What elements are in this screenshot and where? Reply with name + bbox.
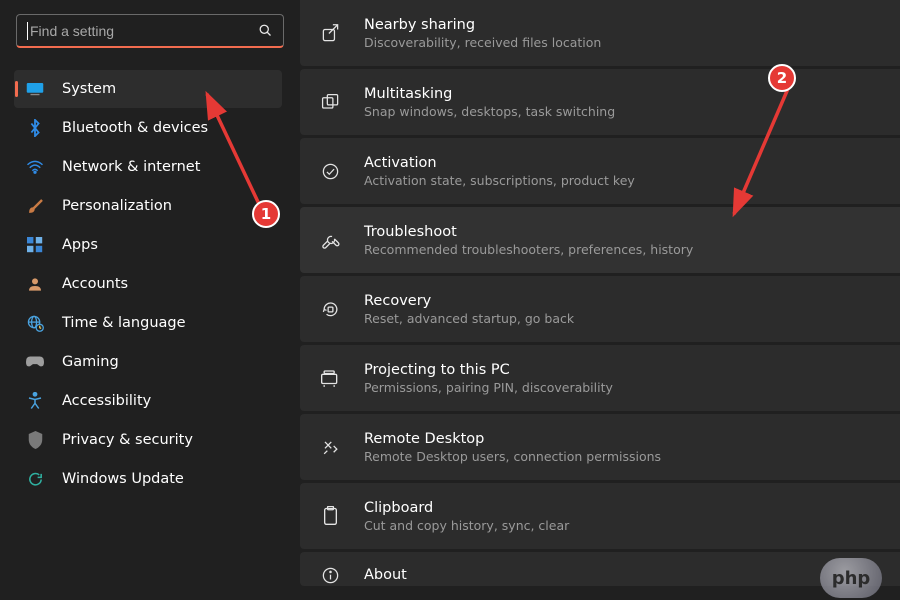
main-panel: Nearby sharing Discoverability, received … [300, 0, 900, 600]
setting-title: Recovery [364, 293, 574, 309]
check-circle-icon [320, 161, 340, 181]
setting-multitasking[interactable]: Multitasking Snap windows, desktops, task… [300, 69, 900, 135]
sidebar: System Bluetooth & devices Network & inter… [0, 0, 300, 600]
share-icon [320, 23, 340, 43]
sidebar-item-privacy-security[interactable]: Privacy & security [14, 421, 282, 459]
setting-nearby-sharing[interactable]: Nearby sharing Discoverability, received … [300, 0, 900, 66]
settings-window: System Bluetooth & devices Network & inter… [0, 0, 900, 600]
clipboard-icon [320, 506, 340, 526]
setting-title: Activation [364, 155, 635, 171]
sidebar-item-label: Gaming [62, 354, 119, 370]
text-caret [27, 22, 28, 40]
setting-subtitle: Recommended troubleshooters, preferences… [364, 242, 693, 257]
setting-title: Remote Desktop [364, 431, 661, 447]
grid-icon [26, 236, 44, 254]
setting-subtitle: Discoverability, received files location [364, 35, 601, 50]
nav-list: System Bluetooth & devices Network & inter… [10, 70, 286, 498]
setting-text: Troubleshoot Recommended troubleshooters,… [364, 224, 693, 257]
update-icon [26, 470, 44, 488]
setting-subtitle: Reset, advanced startup, go back [364, 311, 574, 326]
projector-icon [320, 368, 340, 388]
sidebar-item-label: Personalization [62, 198, 172, 214]
setting-troubleshoot[interactable]: Troubleshoot Recommended troubleshooters,… [300, 207, 900, 273]
globe-clock-icon [26, 314, 44, 332]
setting-title: Clipboard [364, 500, 569, 516]
search-box[interactable] [16, 14, 284, 48]
setting-text: Clipboard Cut and copy history, sync, cle… [364, 500, 569, 533]
sidebar-item-network-internet[interactable]: Network & internet [14, 148, 282, 186]
sidebar-item-windows-update[interactable]: Windows Update [14, 460, 282, 498]
sidebar-item-label: Accounts [62, 276, 128, 292]
sidebar-item-label: Time & language [62, 315, 186, 331]
setting-text: Recovery Reset, advanced startup, go back [364, 293, 574, 326]
sidebar-item-label: Bluetooth & devices [62, 120, 208, 136]
setting-title: Nearby sharing [364, 17, 601, 33]
sidebar-item-label: Network & internet [62, 159, 200, 175]
accessibility-icon [26, 392, 44, 410]
sidebar-item-gaming[interactable]: Gaming [14, 343, 282, 381]
setting-title: About [364, 567, 407, 583]
shield-icon [26, 431, 44, 449]
sidebar-item-bluetooth-devices[interactable]: Bluetooth & devices [14, 109, 282, 147]
setting-recovery[interactable]: Recovery Reset, advanced startup, go back [300, 276, 900, 342]
setting-text: Nearby sharing Discoverability, received … [364, 17, 601, 50]
setting-subtitle: Permissions, pairing PIN, discoverabilit… [364, 380, 613, 395]
setting-subtitle: Snap windows, desktops, task switching [364, 104, 615, 119]
sidebar-item-system[interactable]: System [14, 70, 282, 108]
sidebar-item-accessibility[interactable]: Accessibility [14, 382, 282, 420]
setting-clipboard[interactable]: Clipboard Cut and copy history, sync, cle… [300, 483, 900, 549]
sidebar-item-label: Accessibility [62, 393, 151, 409]
setting-text: About [364, 567, 407, 583]
setting-about[interactable]: About [300, 552, 900, 586]
brush-icon [26, 197, 44, 215]
setting-text: Remote Desktop Remote Desktop users, conn… [364, 431, 661, 464]
recovery-icon [320, 299, 340, 319]
windows-stack-icon [320, 92, 340, 112]
setting-subtitle: Activation state, subscriptions, product… [364, 173, 635, 188]
setting-title: Multitasking [364, 86, 615, 102]
setting-subtitle: Remote Desktop users, connection permiss… [364, 449, 661, 464]
search-input[interactable] [30, 23, 258, 39]
sidebar-item-personalization[interactable]: Personalization [14, 187, 282, 225]
setting-activation[interactable]: Activation Activation state, subscription… [300, 138, 900, 204]
sidebar-item-apps[interactable]: Apps [14, 226, 282, 264]
monitor-icon [26, 80, 44, 98]
setting-text: Activation Activation state, subscription… [364, 155, 635, 188]
setting-text: Multitasking Snap windows, desktops, task… [364, 86, 615, 119]
wifi-icon [26, 158, 44, 176]
person-icon [26, 275, 44, 293]
setting-subtitle: Cut and copy history, sync, clear [364, 518, 569, 533]
sidebar-item-time-language[interactable]: Time & language [14, 304, 282, 342]
setting-remote-desktop[interactable]: Remote Desktop Remote Desktop users, conn… [300, 414, 900, 480]
info-icon [320, 565, 340, 585]
wrench-icon [320, 230, 340, 250]
sidebar-item-label: Apps [62, 237, 98, 253]
sidebar-item-accounts[interactable]: Accounts [14, 265, 282, 303]
sidebar-item-label: System [62, 81, 116, 97]
setting-projecting-to-this-pc[interactable]: Projecting to this PC Permissions, pairin… [300, 345, 900, 411]
setting-title: Troubleshoot [364, 224, 693, 240]
setting-text: Projecting to this PC Permissions, pairin… [364, 362, 613, 395]
bluetooth-icon [26, 119, 44, 137]
sidebar-item-label: Privacy & security [62, 432, 193, 448]
sidebar-item-label: Windows Update [62, 471, 184, 487]
search-icon [258, 23, 273, 38]
setting-title: Projecting to this PC [364, 362, 613, 378]
settings-list: Nearby sharing Discoverability, received … [300, 0, 900, 586]
remote-icon [320, 437, 340, 457]
gamepad-icon [26, 353, 44, 371]
